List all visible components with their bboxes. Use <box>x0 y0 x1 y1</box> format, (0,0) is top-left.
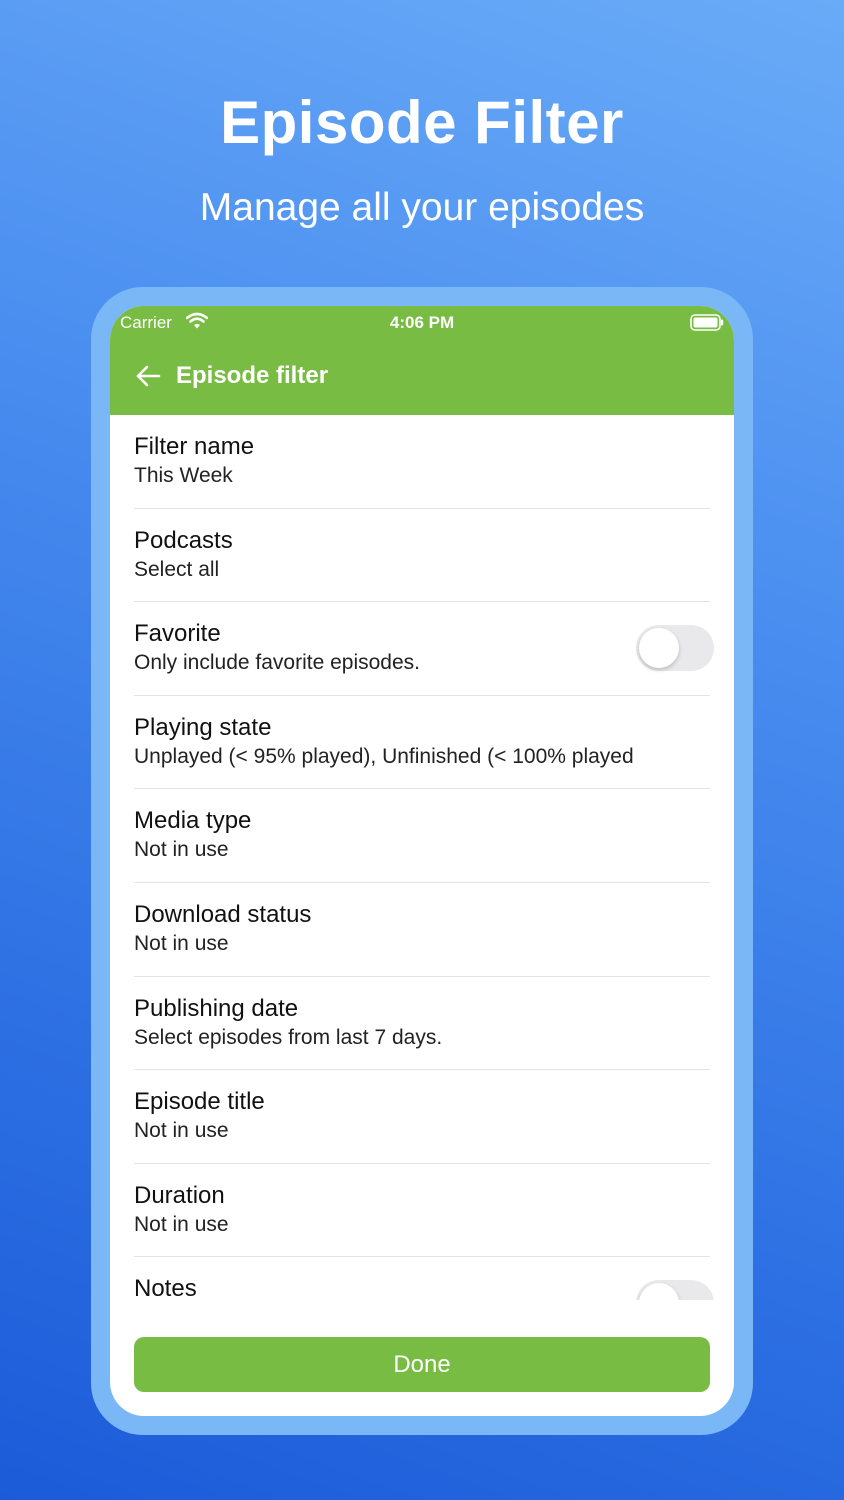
row-subtitle: Not in use <box>134 931 229 955</box>
app-screen: Carrier 4:06 PM Episode filter Filter na… <box>110 306 734 1416</box>
row-title: Download status <box>134 900 312 928</box>
duration-row[interactable]: Duration Not in use <box>134 1164 710 1258</box>
row-subtitle: Unplayed (< 95% played), Unfinished (< 1… <box>134 744 634 768</box>
status-bar: Carrier 4:06 PM <box>110 306 734 340</box>
notes-row: Notes <box>134 1257 714 1300</box>
row-title: Filter name <box>134 433 255 460</box>
status-time: 4:06 PM <box>389 313 455 332</box>
row-subtitle: Only include favorite episodes. <box>134 651 420 675</box>
battery-icon <box>690 314 724 336</box>
row-title: Duration <box>134 1181 225 1209</box>
row-subtitle: Not in use <box>134 1119 229 1143</box>
app-header: Carrier 4:06 PM Episode filter <box>110 306 734 415</box>
episode-title-row[interactable]: Episode title Not in use <box>134 1070 710 1164</box>
toggle-knob <box>639 628 679 669</box>
filter-name-row[interactable]: Filter name This Week <box>134 415 710 509</box>
row-subtitle: This Week <box>134 464 233 487</box>
promo-subtitle: Manage all your episodes <box>199 186 645 229</box>
publishing-date-row[interactable]: Publishing date Select episodes from las… <box>134 977 710 1071</box>
page-title: Episode filter <box>176 362 329 389</box>
row-subtitle: Select all <box>134 557 220 581</box>
row-subtitle: Not in use <box>134 1212 229 1236</box>
row-title: Notes <box>134 1275 197 1300</box>
notes-toggle[interactable] <box>636 1280 714 1300</box>
settings-list: Filter name This Week Podcasts Select al… <box>110 415 734 1300</box>
row-title: Podcasts <box>134 526 233 554</box>
download-status-row[interactable]: Download status Not in use <box>134 883 710 977</box>
playing-state-row[interactable]: Playing state Unplayed (< 95% played), U… <box>134 696 710 790</box>
arrow-left-icon[interactable] <box>134 363 162 389</box>
row-title: Episode title <box>134 1088 265 1116</box>
row-title: Media type <box>134 807 252 835</box>
favorite-toggle[interactable] <box>636 625 714 672</box>
row-subtitle: Select episodes from last 7 days. <box>134 1025 443 1049</box>
row-title: Favorite <box>134 620 221 648</box>
promo-title: Episode Filter <box>220 89 624 156</box>
favorite-row: Favorite Only include favorite episodes. <box>134 602 714 696</box>
row-title: Playing state <box>134 713 272 741</box>
podcasts-row[interactable]: Podcasts Select all <box>134 509 710 603</box>
media-type-row[interactable]: Media type Not in use <box>134 789 710 883</box>
row-subtitle: Not in use <box>134 838 229 862</box>
row-title: Publishing date <box>134 994 299 1022</box>
done-button[interactable]: Done <box>134 1337 710 1392</box>
toggle-knob <box>639 1283 679 1300</box>
